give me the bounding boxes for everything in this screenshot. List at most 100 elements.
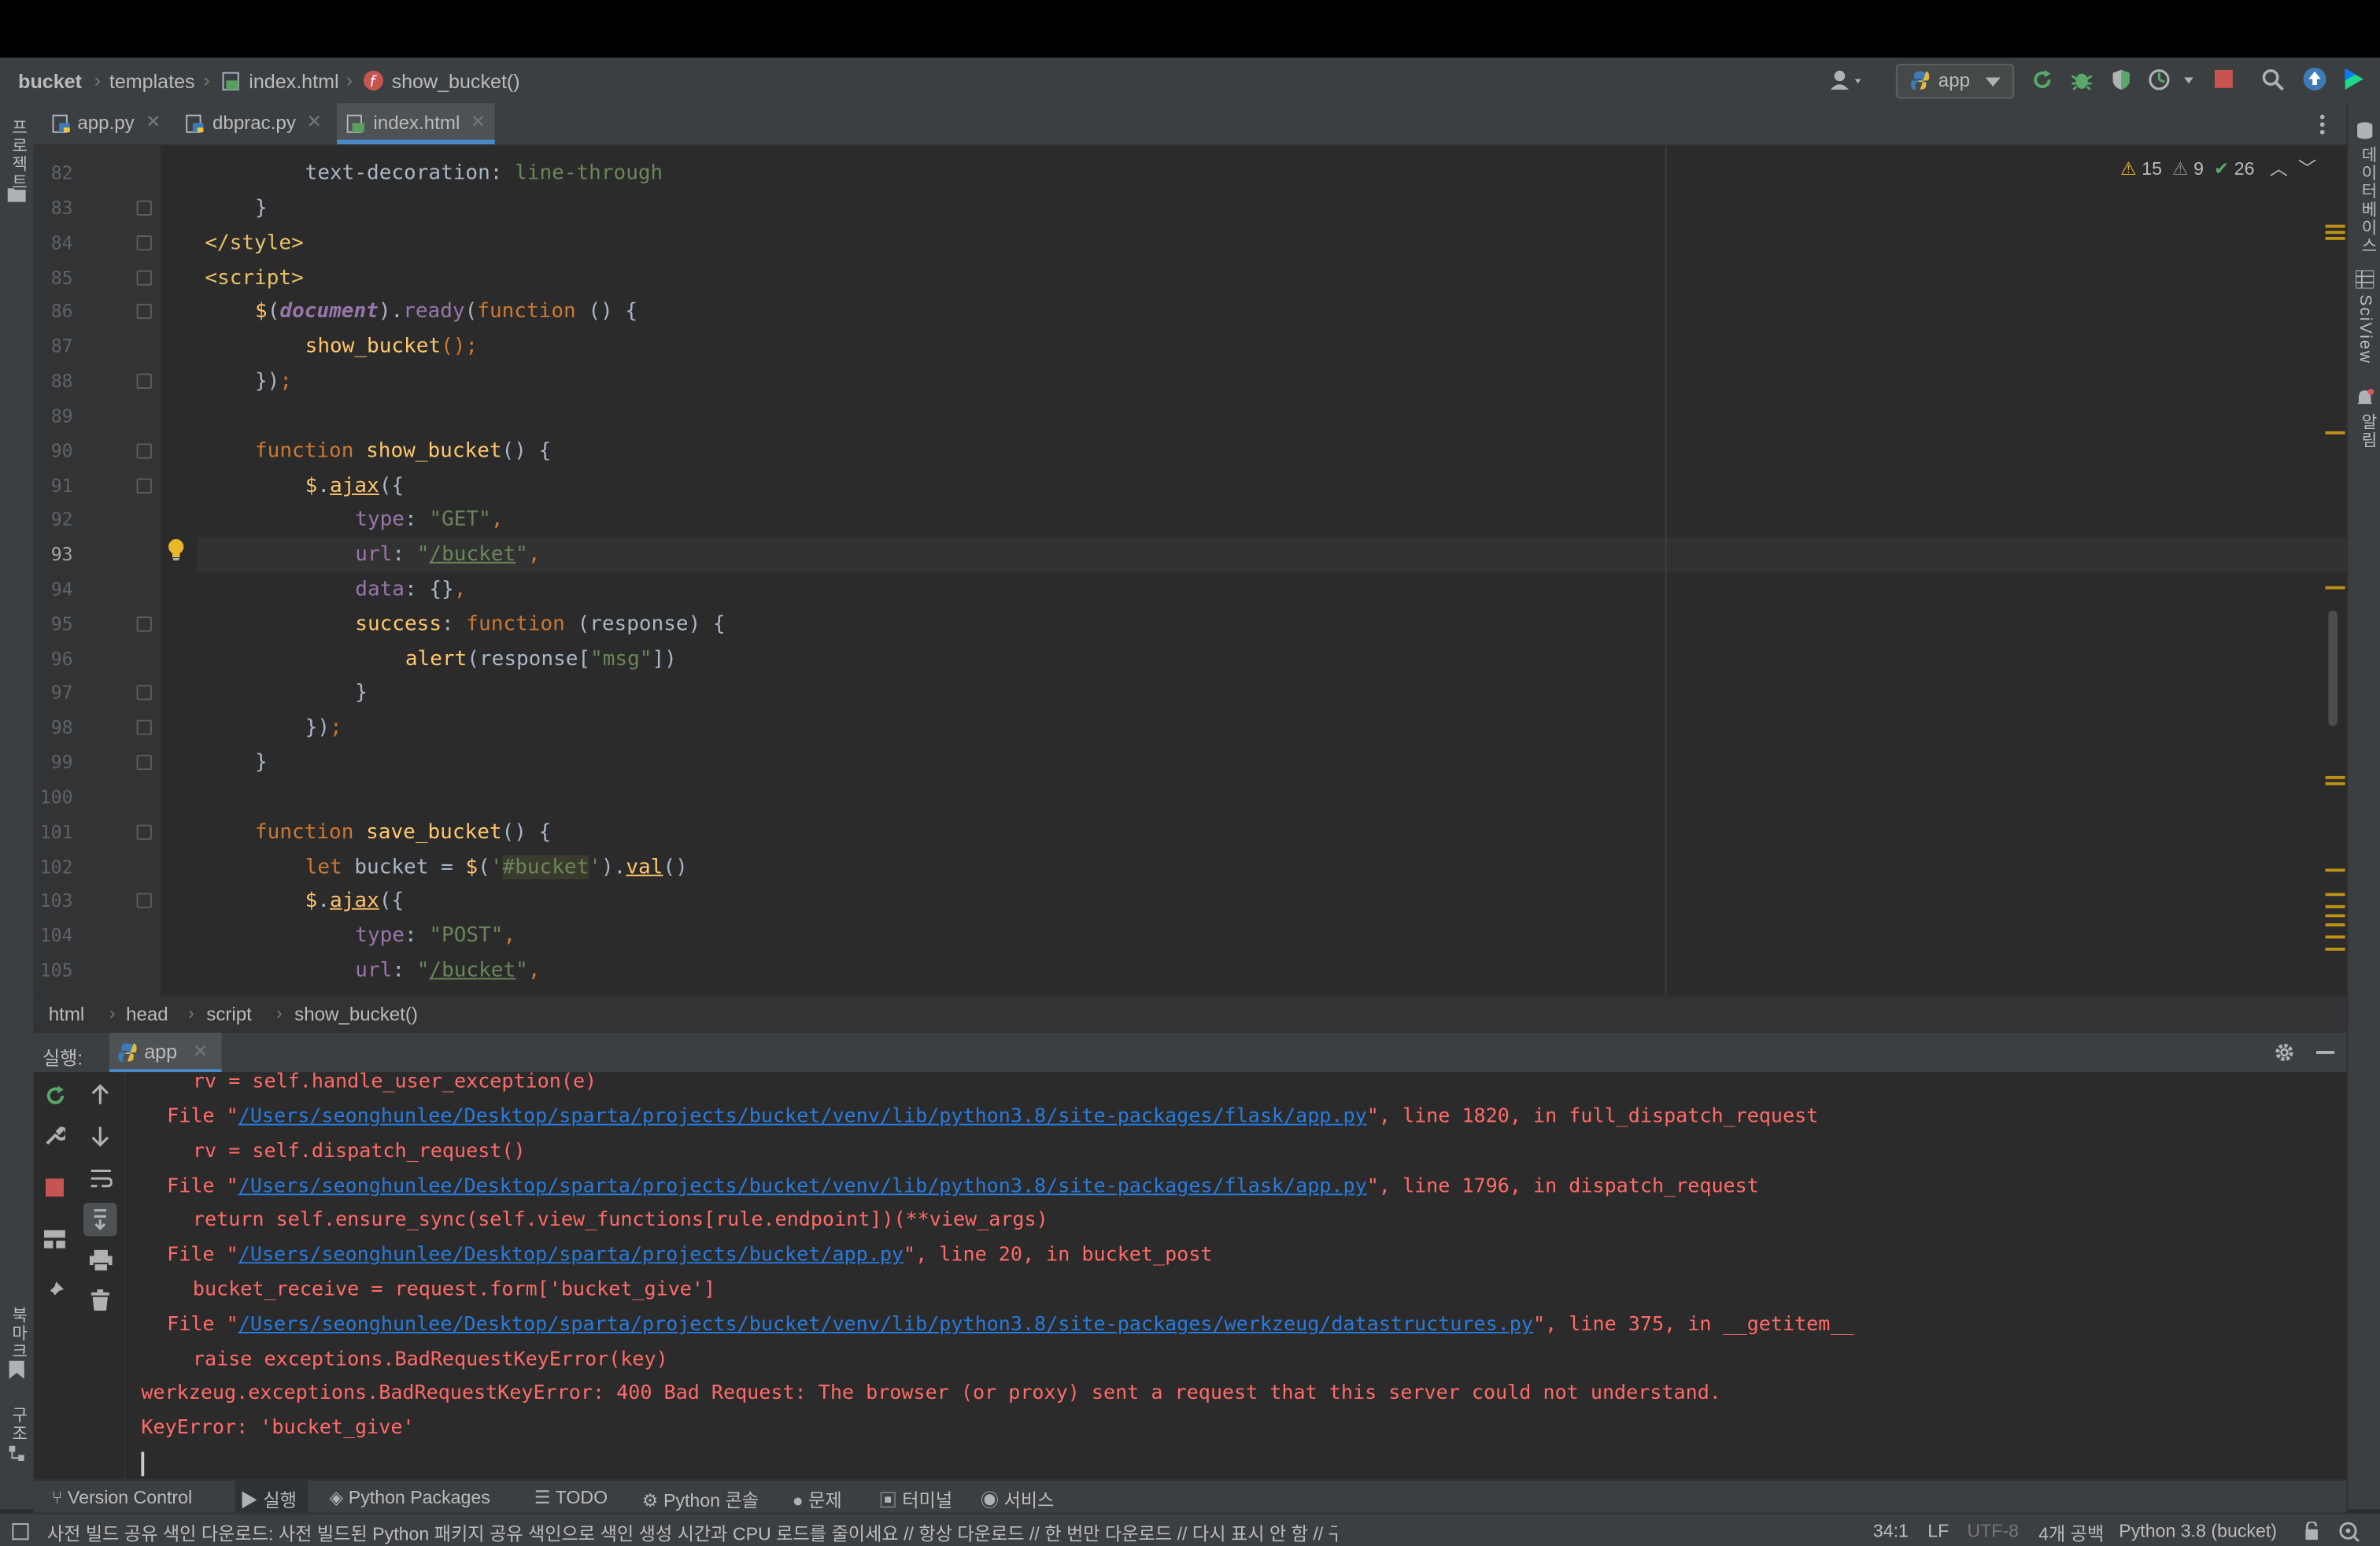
python-interpreter[interactable]: Python 3.8 (bucket) (2119, 1520, 2277, 1541)
inspector-icon[interactable] (2338, 1520, 2362, 1542)
console-file-link[interactable]: /Users/seonghunlee/Desktop/sparta/projec… (238, 1106, 1367, 1129)
stripe-mark[interactable] (2325, 236, 2345, 240)
breadcrumb-function[interactable]: show_bucket() (392, 70, 520, 93)
lock-icon[interactable] (2303, 1522, 2321, 1540)
status-message[interactable]: 사전 빌드 공유 색인 다운로드: 사전 빌드된 Python 패키지 공유 색… (47, 1520, 1337, 1546)
console-file-link[interactable]: /Users/seonghunlee/Desktop/sparta/projec… (238, 1175, 1367, 1198)
stripe-mark[interactable] (2325, 224, 2345, 228)
more-vertical-icon[interactable] (2319, 114, 2326, 135)
search-icon[interactable] (2262, 68, 2285, 91)
breadcrumb-file[interactable]: index.html (249, 70, 338, 93)
fold-marker[interactable] (136, 303, 152, 320)
stripe-mark[interactable] (2325, 935, 2345, 939)
console-file-link[interactable]: /Users/seonghunlee/Desktop/sparta/projec… (238, 1314, 1533, 1337)
gear-icon[interactable] (2274, 1041, 2295, 1063)
inspections-widget[interactable]: ⚠ 15 ⚠ 9 ✔ 26 ︿ ﹀ (2120, 155, 2316, 181)
stop-icon[interactable] (2214, 69, 2233, 88)
debug-icon[interactable] (2071, 68, 2094, 91)
tab-index-html[interactable]: index.html ✕ (337, 103, 495, 145)
stop-icon[interactable] (45, 1178, 64, 1197)
print-icon[interactable] (89, 1249, 113, 1271)
problems-button[interactable]: ● 문제 (793, 1487, 842, 1513)
tab-app-py[interactable]: app.py ✕ (39, 103, 170, 144)
fold-marker[interactable] (136, 893, 152, 908)
notifications-tool-button[interactable]: 알림 (2356, 413, 2380, 449)
fold-marker[interactable] (136, 443, 152, 459)
file-encoding[interactable]: UTF-8 (1967, 1520, 2019, 1541)
run-tool-button[interactable]: ▶ 실행 (240, 1487, 297, 1513)
breadcrumb-project[interactable]: bucket (18, 70, 82, 93)
indent-setting[interactable]: 4개 공백 (2038, 1520, 2104, 1546)
structure-crumb[interactable]: script (206, 1004, 252, 1025)
lightbulb-icon[interactable] (167, 538, 185, 562)
stripe-mark[interactable] (2325, 231, 2345, 235)
stripe-mark[interactable] (2325, 893, 2345, 897)
todo-button[interactable]: ☰ TODO (534, 1487, 608, 1508)
update-icon[interactable] (2303, 67, 2327, 91)
next-highlight-icon[interactable]: ﹀ (2298, 158, 2316, 179)
fold-marker[interactable] (136, 235, 152, 251)
python-packages-button[interactable]: ◈ Python Packages (329, 1487, 490, 1508)
fold-marker[interactable] (136, 270, 152, 286)
close-icon[interactable]: ✕ (193, 1041, 208, 1062)
fold-marker[interactable] (136, 824, 152, 840)
scroll-to-end-button[interactable] (83, 1202, 117, 1237)
stripe-mark[interactable] (2325, 923, 2345, 926)
fold-marker[interactable] (136, 200, 152, 216)
project-tool-button[interactable]: 프로젝트 (6, 118, 31, 191)
close-icon[interactable]: ✕ (307, 111, 322, 132)
close-icon[interactable]: ✕ (146, 111, 161, 132)
python-console-button[interactable]: ⚙ Python 콘솔 (642, 1487, 759, 1513)
line-separator[interactable]: LF (1927, 1520, 1949, 1541)
fold-marker[interactable] (136, 719, 152, 735)
stripe-mark[interactable] (2325, 431, 2345, 435)
fold-marker[interactable] (136, 754, 152, 771)
coverage-icon[interactable] (2110, 68, 2133, 91)
run-configuration-select[interactable]: app (1895, 64, 2015, 99)
structure-crumb[interactable]: show_bucket() (294, 1004, 418, 1025)
caret-position[interactable]: 34:1 (1873, 1520, 1909, 1541)
run-tab-app[interactable]: app ✕ (109, 1032, 222, 1074)
fold-marker[interactable] (136, 478, 152, 494)
arrow-down-icon[interactable] (90, 1126, 111, 1147)
previous-highlight-icon[interactable]: ︿ (2270, 158, 2288, 179)
stripe-mark[interactable] (2325, 914, 2345, 918)
database-tool-button[interactable]: 데이터베이스 (2356, 146, 2380, 255)
toggle-tool-windows-icon[interactable] (12, 1523, 29, 1540)
stripe-mark[interactable] (2325, 904, 2345, 908)
fold-marker[interactable] (136, 373, 152, 389)
close-icon[interactable]: ✕ (471, 111, 486, 132)
wrench-icon[interactable] (44, 1126, 65, 1147)
scrollbar-thumb[interactable] (2328, 610, 2338, 727)
fold-marker[interactable] (136, 685, 152, 701)
terminal-button[interactable]: ▣ 터미널 (879, 1487, 953, 1513)
pin-icon[interactable] (44, 1280, 65, 1301)
structure-crumb[interactable]: html (49, 1004, 85, 1025)
stripe-mark[interactable] (2325, 868, 2345, 872)
fold-marker[interactable] (136, 616, 152, 632)
stripe-mark[interactable] (2325, 947, 2345, 951)
console-file-link[interactable]: /Users/seonghunlee/Desktop/sparta/projec… (238, 1244, 904, 1267)
sciview-tool-button[interactable]: SciView (2356, 294, 2374, 364)
breadcrumb-folder[interactable]: templates (109, 70, 195, 93)
stripe-mark[interactable] (2325, 775, 2345, 779)
version-control-button[interactable]: ⑂ Version Control (52, 1487, 193, 1508)
code-editor[interactable]: 82 83 84 85 86 87 88 89 90 91 92 93 94 9… (33, 146, 2347, 997)
bookmarks-tool-button[interactable]: 북마크 (6, 1306, 31, 1360)
layout-icon[interactable] (43, 1230, 65, 1248)
run-console-output[interactable]: rv = self.handle_user_exception(e) File … (126, 1072, 2347, 1480)
arrow-up-icon[interactable] (90, 1084, 111, 1105)
user-icon[interactable] (1829, 68, 1865, 93)
jetbrains-toolbox-icon[interactable] (2342, 67, 2367, 91)
tab-dbprac-py[interactable]: dbprac.py ✕ (176, 103, 334, 144)
rerun-icon[interactable] (44, 1084, 67, 1107)
trash-icon[interactable] (91, 1289, 109, 1311)
soft-wrap-icon[interactable] (90, 1168, 113, 1189)
rerun-icon[interactable] (2031, 68, 2053, 91)
profile-icon[interactable] (2148, 68, 2197, 91)
services-button[interactable]: ◉ 서비스 (981, 1487, 1055, 1513)
stripe-mark[interactable] (2325, 782, 2345, 786)
minimize-icon[interactable] (2315, 1051, 2335, 1054)
structure-tool-button[interactable]: 구조 (6, 1407, 31, 1443)
structure-crumb[interactable]: head (126, 1004, 168, 1025)
